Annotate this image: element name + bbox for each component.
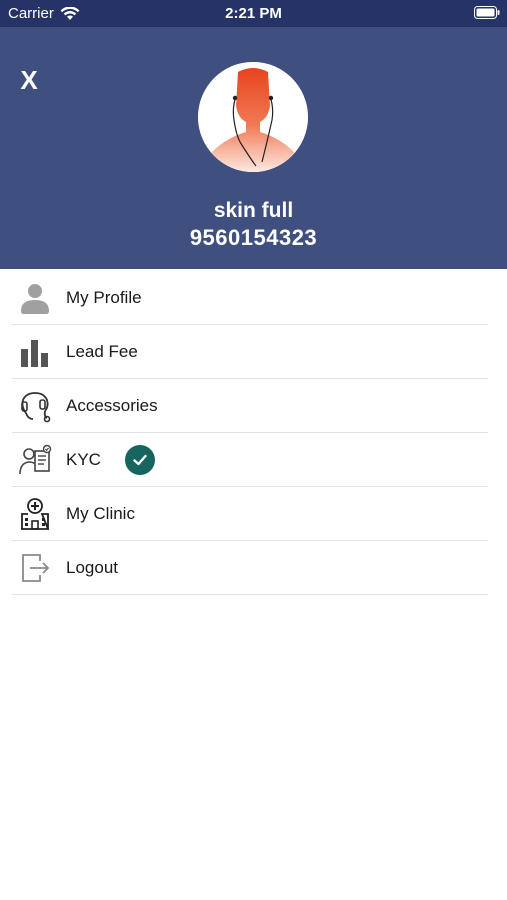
bar-chart-icon bbox=[18, 335, 52, 369]
avatar bbox=[198, 62, 308, 172]
logout-icon bbox=[18, 551, 52, 585]
menu-item-label: KYC bbox=[66, 449, 101, 469]
menu-item-label: Logout bbox=[66, 557, 118, 577]
menu-item-lead-fee[interactable]: Lead Fee bbox=[12, 325, 488, 379]
kyc-document-icon bbox=[18, 443, 52, 477]
status-bar: Carrier 2:21 PM bbox=[0, 0, 507, 27]
menu-item-label: Lead Fee bbox=[66, 341, 138, 361]
person-icon bbox=[18, 281, 52, 315]
side-menu-list: My Profile Lead Fee Accessories KYC My C… bbox=[12, 271, 488, 595]
status-time: 2:21 PM bbox=[225, 5, 282, 22]
menu-item-label: Accessories bbox=[66, 395, 158, 415]
menu-item-label: My Profile bbox=[66, 287, 142, 307]
user-phone: 9560154323 bbox=[189, 225, 318, 250]
menu-item-label: My Clinic bbox=[66, 503, 135, 523]
side-menu-screen: Carrier 2:21 PM X skin full 9560154323 M… bbox=[0, 0, 507, 900]
battery-icon bbox=[474, 6, 500, 19]
menu-item-my-clinic[interactable]: My Clinic bbox=[12, 487, 488, 541]
profile-header: X skin full 9560154323 bbox=[0, 27, 507, 269]
hearing-aid-icon bbox=[18, 389, 52, 423]
menu-item-logout[interactable]: Logout bbox=[12, 541, 488, 595]
user-avatar-icon bbox=[198, 62, 308, 172]
menu-item-kyc[interactable]: KYC bbox=[12, 433, 488, 487]
clinic-icon bbox=[18, 497, 52, 531]
kyc-verified-badge bbox=[124, 444, 155, 475]
close-button[interactable]: X bbox=[16, 65, 42, 95]
menu-item-my-profile[interactable]: My Profile bbox=[12, 271, 488, 325]
check-circle-icon bbox=[133, 454, 147, 465]
menu-item-accessories[interactable]: Accessories bbox=[12, 379, 488, 433]
user-name: skin full bbox=[213, 199, 294, 222]
